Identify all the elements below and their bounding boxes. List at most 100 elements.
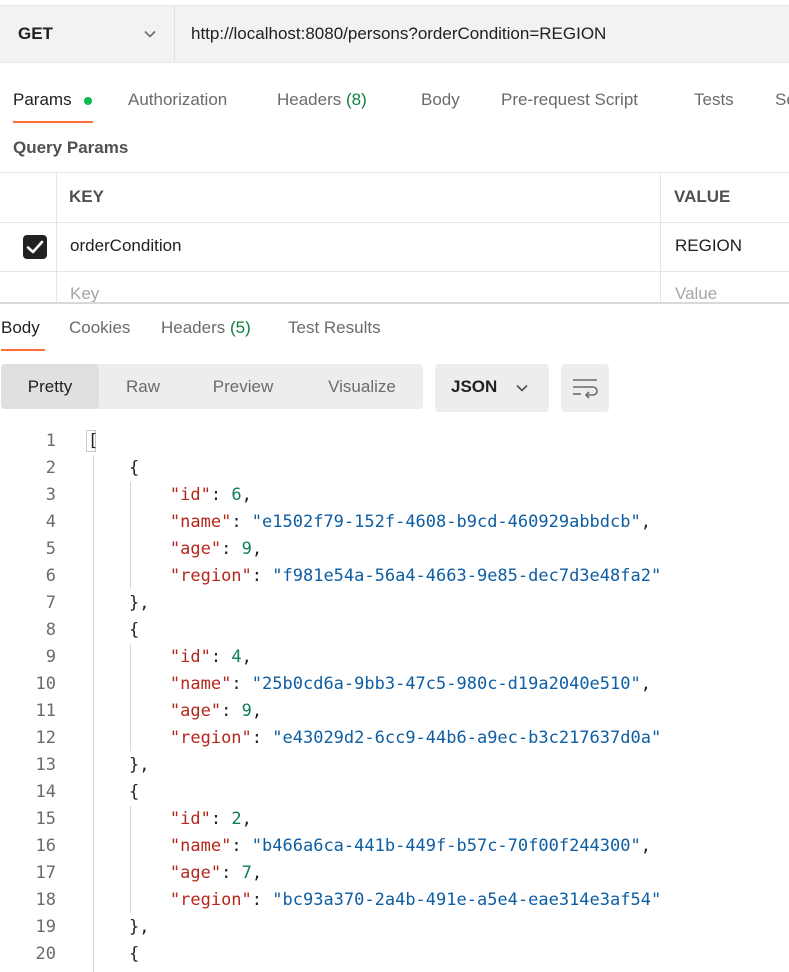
wrap-lines-button[interactable]: [561, 364, 609, 412]
tab-headers-label: Headers: [277, 90, 342, 109]
checkmark-icon: [26, 240, 44, 254]
json-comma: ,: [251, 701, 263, 721]
json-colon: :: [210, 485, 232, 505]
code-line: "region": "f981e54a-56a4-4663-9e85-dec7d…: [88, 566, 661, 586]
json-number: 6: [231, 485, 242, 505]
request-bar: GET http://localhost:8080/persons?orderC…: [0, 5, 789, 63]
new-key-input[interactable]: Key: [70, 284, 99, 304]
key-column-header: KEY: [69, 187, 104, 206]
line-number: 11: [35, 701, 56, 721]
response-tab-body[interactable]: Body: [1, 318, 40, 338]
line-number: 5: [45, 539, 56, 559]
tab-headers[interactable]: Headers (8): [277, 90, 367, 110]
line-number: 20: [35, 944, 56, 964]
line-number: 10: [35, 674, 56, 694]
tab-params-underline: [13, 121, 93, 123]
json-colon: :: [221, 701, 242, 721]
json-comma: ,: [241, 809, 252, 829]
code-line: "age": 9,: [88, 701, 262, 721]
response-tab-headers[interactable]: Headers (5): [161, 318, 251, 338]
json-brace: },: [128, 593, 150, 613]
view-mode-group: Pretty Raw Preview Visualize: [1, 364, 423, 409]
json-colon: :: [210, 647, 232, 667]
json-comma: ,: [251, 539, 263, 559]
json-brace: },: [128, 917, 150, 937]
json-string: "25b0cd6a-9bb3-47c5-980c-d19a2040e510": [251, 674, 641, 694]
json-comma: ,: [241, 485, 252, 505]
code-line: },: [88, 917, 149, 937]
code-line: "id": 4,: [88, 647, 252, 667]
json-brace: {: [128, 620, 140, 640]
json-string: "e43029d2-6cc9-44b6-a9ec-b3c217637d0a": [272, 728, 662, 748]
json-brace: {: [128, 944, 140, 964]
response-headers-count: (5): [230, 318, 251, 337]
code-line: "region": "bc93a370-2a4b-491e-a5e4-eae31…: [88, 890, 661, 910]
response-tab-body-underline: [1, 349, 45, 351]
view-pretty-button[interactable]: Pretty: [1, 364, 99, 409]
json-brace: },: [128, 755, 150, 775]
chevron-down-icon: [516, 384, 528, 392]
params-active-dot: [84, 97, 92, 105]
tab-authorization[interactable]: Authorization: [128, 90, 227, 110]
code-line: "age": 7,: [88, 863, 262, 883]
json-bracket: [: [88, 431, 99, 451]
json-key: "region": [169, 728, 252, 748]
json-key: "id": [169, 485, 211, 505]
param-key-field[interactable]: orderCondition: [70, 236, 182, 256]
json-comma: ,: [251, 863, 263, 883]
tab-settings[interactable]: Se: [775, 90, 789, 110]
code-line: {: [88, 782, 139, 802]
json-colon: :: [231, 674, 252, 694]
json-colon: :: [231, 836, 252, 856]
json-key: "region": [169, 566, 252, 586]
code-line: "name": "b466a6ca-441b-449f-b57c-70f00f2…: [88, 836, 651, 856]
tab-body[interactable]: Body: [421, 90, 460, 110]
json-key: "name": [169, 674, 232, 694]
code-line: "region": "e43029d2-6cc9-44b6-a9ec-b3c21…: [88, 728, 661, 748]
json-key: "region": [169, 890, 252, 910]
line-number: 1: [45, 431, 56, 451]
response-tab-cookies[interactable]: Cookies: [69, 318, 130, 338]
query-params-title: Query Params: [13, 138, 129, 157]
code-line: "age": 9,: [88, 539, 262, 559]
tab-pre-request-script[interactable]: Pre-request Script: [501, 90, 638, 110]
url-input[interactable]: http://localhost:8080/persons?orderCondi…: [176, 6, 789, 62]
json-comma: ,: [241, 647, 252, 667]
json-colon: :: [251, 566, 273, 586]
json-colon: :: [251, 728, 273, 748]
view-raw-button[interactable]: Raw: [105, 364, 181, 409]
param-value-field[interactable]: REGION: [675, 236, 742, 256]
line-number: 19: [35, 917, 56, 937]
code-line: [: [88, 431, 98, 451]
json-key: "id": [169, 647, 211, 667]
json-brace: {: [128, 458, 140, 478]
json-number: 9: [241, 701, 252, 721]
headers-count: (8): [346, 90, 367, 109]
line-number: 14: [35, 782, 56, 802]
response-tab-headers-label: Headers: [161, 318, 226, 337]
json-key: "age": [169, 539, 222, 559]
format-select[interactable]: JSON: [435, 364, 549, 412]
param-enabled-checkbox[interactable]: [23, 235, 47, 259]
tab-params[interactable]: Params: [13, 90, 72, 110]
method-select[interactable]: GET: [0, 6, 175, 62]
line-number: 2: [45, 458, 56, 478]
json-comma: ,: [640, 674, 651, 694]
json-colon: :: [251, 890, 273, 910]
tab-tests[interactable]: Tests: [694, 90, 734, 110]
line-number: 17: [35, 863, 56, 883]
pane-resize-handle[interactable]: [0, 302, 789, 304]
view-visualize-button[interactable]: Visualize: [307, 364, 417, 409]
json-string: "e1502f79-152f-4608-b9cd-460929abbdcb": [251, 512, 641, 532]
code-line: {: [88, 458, 139, 478]
json-number: 7: [241, 863, 252, 883]
table-divider: [56, 172, 57, 303]
new-value-input[interactable]: Value: [675, 284, 717, 304]
code-line: },: [88, 755, 149, 775]
line-number: 18: [35, 890, 56, 910]
line-number: 12: [35, 728, 56, 748]
line-number: 7: [45, 593, 56, 613]
code-line: "name": "e1502f79-152f-4608-b9cd-460929a…: [88, 512, 651, 532]
response-tab-test-results[interactable]: Test Results: [288, 318, 381, 338]
view-preview-button[interactable]: Preview: [191, 364, 295, 409]
